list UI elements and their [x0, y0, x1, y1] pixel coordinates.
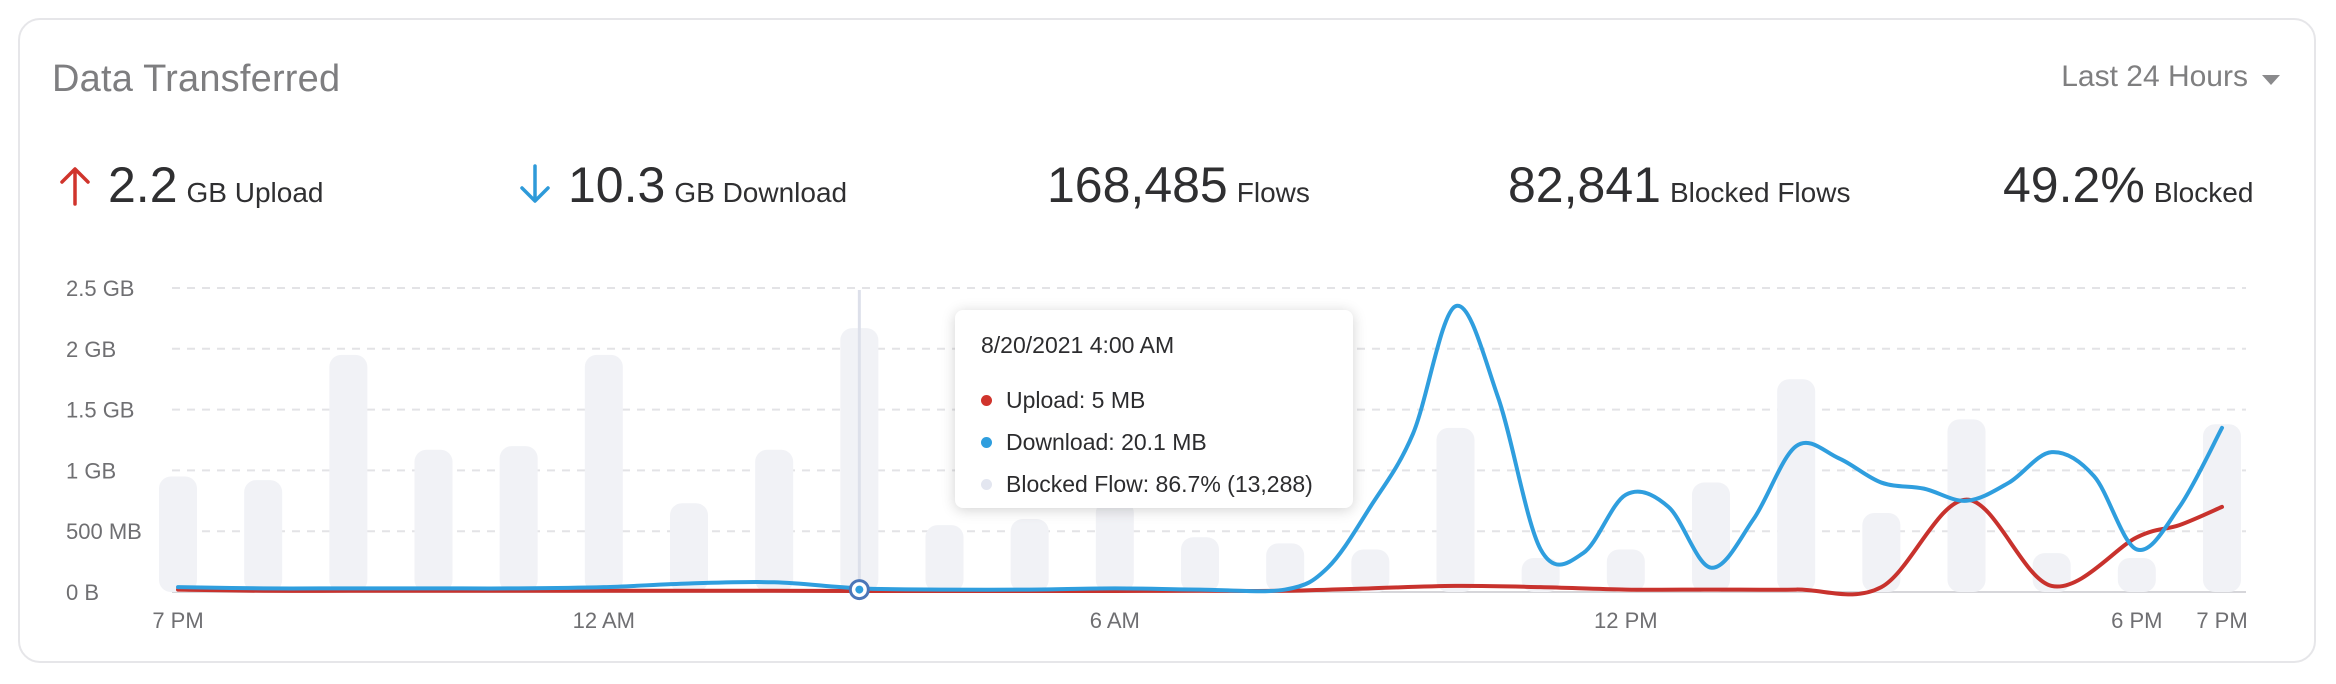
tooltip-upload-row: Upload: 5 MB [981, 379, 1327, 421]
blocked-flow-bar [670, 503, 708, 592]
hover-point-dot [855, 585, 864, 594]
tooltip-blocked-text: Blocked Flow: 86.7% (13,288) [1006, 470, 1313, 497]
blocked-flow-bar [925, 525, 964, 592]
blocked-flow-bar [2117, 557, 2156, 592]
y-tick-label: 500 MB [66, 519, 142, 544]
blocked-legend-dot [981, 478, 992, 490]
blocked-flow-bar [1010, 519, 1049, 592]
x-tick-label: 7 PM [152, 608, 203, 633]
blocked-flow-bar [244, 480, 283, 592]
chart-tooltip: 8/20/2021 4:00 AM Upload: 5 MB Download:… [955, 310, 1353, 508]
blocked-flow-bar [1436, 427, 1475, 592]
blocked-flow-bar [1692, 482, 1730, 592]
tooltip-download-row: Download: 20.1 MB [981, 421, 1327, 463]
y-tick-label: 1 GB [66, 458, 116, 483]
blocked-flow-bar [414, 449, 453, 592]
tooltip-upload-text: Upload: 5 MB [1006, 386, 1146, 413]
blocked-flow-bar [1095, 500, 1134, 592]
tooltip-download-text: Download: 20.1 MB [1006, 428, 1207, 455]
tooltip-date: 8/20/2021 4:00 AM [981, 332, 1175, 358]
upload-legend-dot [981, 394, 992, 406]
blocked-flow-bar [1777, 379, 1816, 592]
x-tick-label: 6 PM [2111, 608, 2162, 633]
x-tick-label: 6 AM [1090, 608, 1140, 633]
y-tick-label: 2 GB [66, 337, 116, 362]
y-tick-label: 2.5 GB [66, 276, 134, 301]
blocked-flow-bar [329, 354, 368, 592]
x-tick-label: 7 PM [2196, 608, 2247, 633]
x-tick-label: 12 PM [1594, 608, 1658, 633]
blocked-flow-bar [1351, 549, 1390, 592]
blocked-flow-bar [584, 354, 623, 592]
blocked-flow-bar [1606, 549, 1645, 592]
blocked-flow-bar [159, 476, 197, 592]
download-legend-dot [981, 436, 992, 448]
tooltip-blocked-row: Blocked Flow: 86.7% (13,288) [981, 463, 1327, 505]
blocked-flow-bar [1181, 537, 1219, 592]
blocked-flow-bar [755, 449, 794, 592]
blocked-flow-bar [499, 446, 538, 592]
x-tick-label: 12 AM [573, 608, 635, 633]
y-tick-label: 1.5 GB [66, 398, 134, 423]
blocked-flow-bar [1862, 512, 1901, 592]
y-tick-label: 0 B [66, 580, 99, 605]
